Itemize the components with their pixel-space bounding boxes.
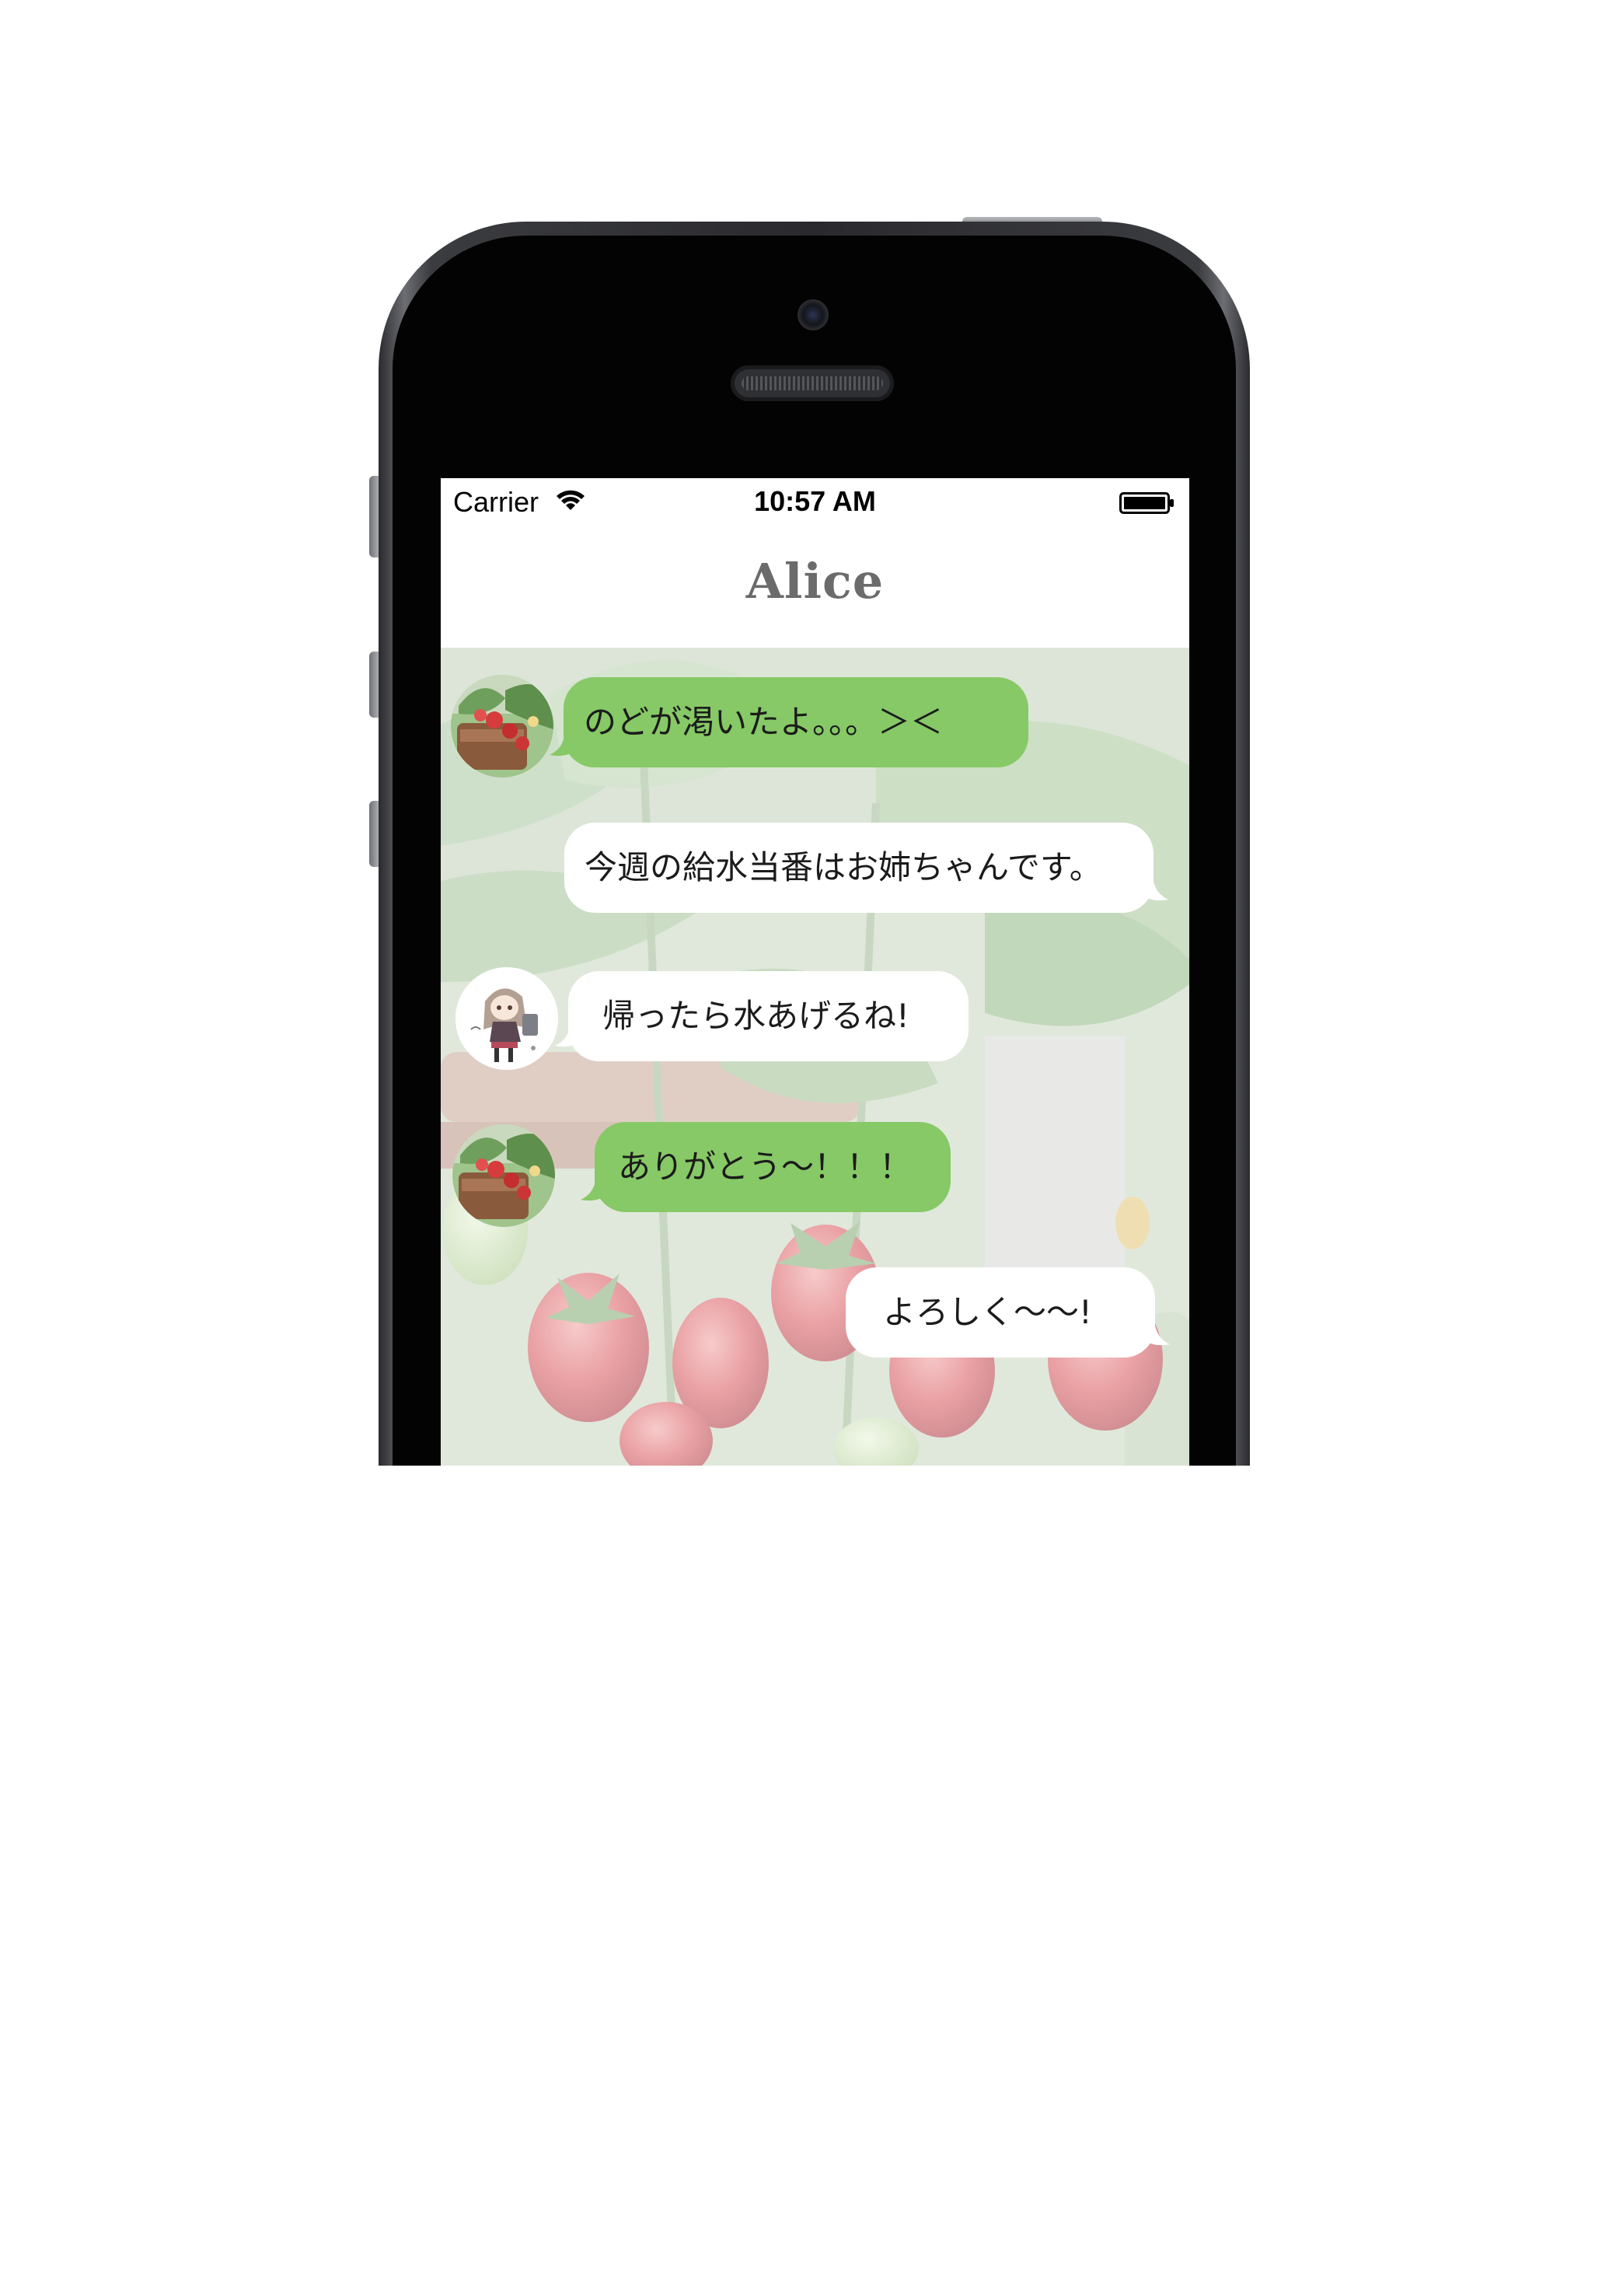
phone-screen: Carrier 10:57 AM Alice のどが渇いたよ。。。＞＜ 今週の給… <box>441 478 1189 1466</box>
status-time: 10:57 AM <box>754 485 876 517</box>
message-text: ありがとう～！！！ <box>618 1148 913 1186</box>
message-text: のどが渇いたよ。。。＞＜ <box>584 703 944 741</box>
strawberry-plant-avatar-icon[interactable] <box>452 1124 555 1227</box>
battery-icon <box>1119 492 1174 514</box>
message-text: よろしく～～! <box>883 1293 1092 1331</box>
chat-area[interactable]: のどが渇いたよ。。。＞＜ 今週の給水当番はお姉ちゃんです。 帰ったら水あげるね!… <box>441 648 1189 1466</box>
message-text: 今週の給水当番はお姉ちゃんです。 <box>585 848 1102 886</box>
navigation-bar: Alice <box>441 525 1189 620</box>
message-bubble[interactable]: 今週の給水当番はお姉ちゃんです。 <box>564 823 1154 913</box>
front-camera-icon <box>798 299 829 330</box>
earpiece-speaker <box>731 365 894 401</box>
message-bubble[interactable]: ありがとう～！！！ <box>595 1122 951 1212</box>
chat-title: Alice <box>745 553 885 610</box>
message-bubble[interactable]: よろしく～～! <box>846 1267 1155 1358</box>
message-bubble[interactable]: 帰ったら水あげるね! <box>568 971 969 1061</box>
bubble-tail-icon <box>1143 1321 1170 1346</box>
device-mockup: Carrier 10:57 AM Alice のどが渇いたよ。。。＞＜ 今週の給… <box>0 0 1616 2296</box>
strawberry-plant-avatar-icon[interactable] <box>451 675 553 778</box>
message-text: 帰ったら水あげるね! <box>602 997 909 1035</box>
status-bar: Carrier 10:57 AM <box>441 478 1189 525</box>
message-bubble[interactable]: のどが渇いたよ。。。＞＜ <box>564 677 1028 767</box>
bubble-tail-icon <box>1142 876 1168 901</box>
speaker-grill <box>742 376 883 390</box>
anime-girl-avatar-icon[interactable] <box>455 967 558 1070</box>
